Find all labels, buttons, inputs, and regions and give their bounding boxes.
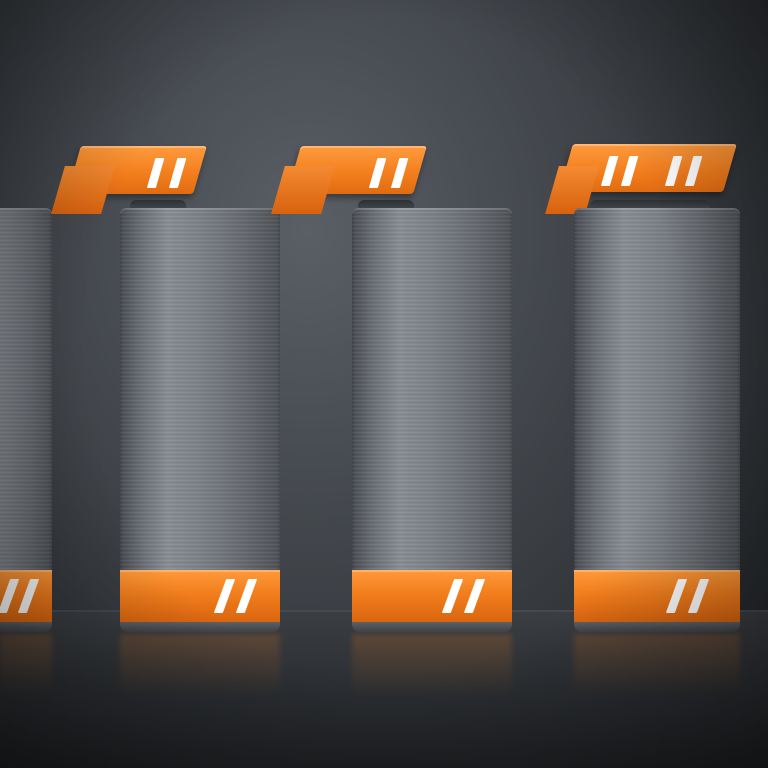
band-stripe [665, 579, 688, 613]
battery-body [352, 208, 512, 632]
lid-stripe [390, 158, 409, 188]
battery-2-lid-flap [51, 166, 115, 214]
band-stripe [235, 579, 258, 613]
battery-4 [574, 208, 740, 632]
battery-band [574, 570, 740, 622]
battery-3-lid-flap [271, 166, 335, 214]
battery-band [0, 570, 52, 622]
battery-3 [352, 208, 512, 632]
lid-stripe [664, 156, 683, 186]
lid-stripe [146, 158, 165, 188]
battery-band [352, 570, 512, 622]
battery-body [120, 208, 280, 632]
battery-base [574, 622, 740, 632]
battery-base [120, 622, 280, 632]
battery-body [0, 208, 52, 632]
band-stripe [17, 579, 40, 613]
battery-base [0, 622, 52, 632]
battery-2 [120, 208, 280, 632]
band-stripe [213, 579, 236, 613]
product-photo [0, 0, 768, 768]
battery-reflection [0, 634, 52, 724]
lid-stripe [168, 158, 187, 188]
lid-stripe [684, 156, 703, 186]
battery-band [120, 570, 280, 622]
battery-reflection [574, 634, 740, 724]
battery-reflection [120, 634, 280, 724]
battery-body [574, 208, 740, 632]
band-stripe [687, 579, 710, 613]
band-stripe [0, 579, 20, 613]
battery-1 [0, 208, 52, 632]
battery-reflection [352, 634, 512, 724]
band-stripe [463, 579, 486, 613]
battery-base [352, 622, 512, 632]
lid-stripe [368, 158, 387, 188]
band-stripe [441, 579, 464, 613]
lid-stripe [600, 156, 619, 186]
lid-stripe [620, 156, 639, 186]
